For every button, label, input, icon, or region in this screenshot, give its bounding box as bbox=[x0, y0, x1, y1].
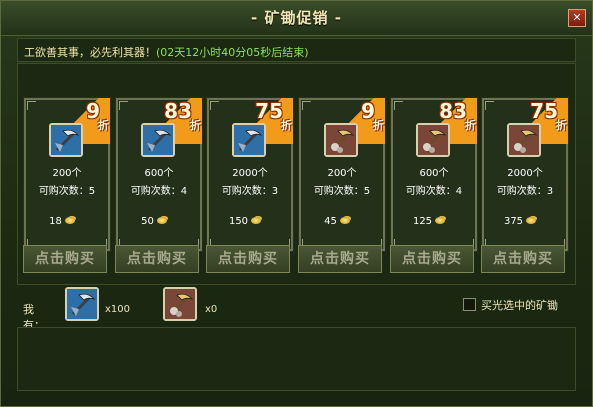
offer-quantity: 200个 bbox=[327, 168, 357, 179]
owned-steel-pickaxe-icon bbox=[65, 287, 99, 321]
steel-pickaxe-icon bbox=[49, 123, 83, 157]
offer-quantity: 2000个 bbox=[507, 168, 543, 179]
gold-coin-icon bbox=[156, 217, 167, 224]
gold-pickaxe-icon bbox=[507, 123, 541, 157]
title-bar: - 矿锄促销 - ✕ bbox=[1, 1, 592, 36]
gold-coin-icon bbox=[339, 217, 350, 224]
offer-card: 9 折 200个 可购次数：5 45 bbox=[298, 97, 386, 252]
price-value: 50 bbox=[141, 216, 154, 227]
steel-pickaxe-icon bbox=[141, 123, 175, 157]
offer-purchase-limit: 可购次数：5 bbox=[313, 186, 371, 197]
discount-value: 75 bbox=[255, 99, 283, 123]
discount-suffix: 折 bbox=[190, 119, 201, 132]
owned-count-steel: x100 bbox=[105, 304, 131, 315]
buy-selected-checkbox[interactable] bbox=[463, 298, 476, 311]
offer-price: 375 bbox=[484, 216, 556, 227]
owned-gold-pickaxe-icon bbox=[163, 287, 197, 321]
gold-coin-icon bbox=[435, 217, 446, 224]
offer-price: 125 bbox=[393, 216, 465, 227]
offer-card: 75 折 2000个可购次数：3 150 bbox=[206, 97, 294, 252]
discount-value: 83 bbox=[164, 99, 192, 123]
offer-quantity: 600个 bbox=[419, 168, 449, 179]
offer-card: 9 折 200个 可购次数：5 18 bbox=[23, 97, 111, 252]
price-value: 125 bbox=[412, 216, 433, 227]
offer-purchase-limit: 可购次数：4 bbox=[130, 186, 188, 197]
offer-card: 83 折 600个可购次数：4 125 bbox=[390, 97, 478, 252]
buy-button[interactable]: 点击购买 bbox=[23, 245, 107, 273]
price-value: 18 bbox=[49, 216, 62, 227]
offer-quantity: 600个 bbox=[144, 168, 174, 179]
discount-suffix: 折 bbox=[556, 119, 567, 132]
gold-coin-icon bbox=[64, 217, 75, 224]
promo-text: 工欲善其事，必先利其器！ bbox=[24, 46, 156, 59]
discount-suffix: 折 bbox=[465, 119, 476, 132]
buy-selected-label: 买光选中的矿锄 bbox=[481, 299, 558, 312]
offer-card: 75 折 2000个可购次数：3 375 bbox=[481, 97, 569, 252]
promo-timer: (02天12小时40分05秒后结束) bbox=[156, 46, 309, 59]
steel-pickaxe-icon bbox=[232, 123, 266, 157]
discount-value: 83 bbox=[439, 99, 467, 123]
gold-pickaxe-icon bbox=[416, 123, 450, 157]
buy-selected-option[interactable]: 买光选中的矿锄 bbox=[463, 298, 571, 312]
offer-purchase-limit: 可购次数：5 bbox=[38, 186, 96, 197]
offer-quantity: 200个 bbox=[52, 168, 82, 179]
offer-price: 150 bbox=[209, 216, 281, 227]
promo-window: - 矿锄促销 - ✕ 工欲善其事，必先利其器！(02天12小时40分05秒后结束… bbox=[0, 0, 593, 407]
promo-banner: 工欲善其事，必先利其器！(02天12小时40分05秒后结束) bbox=[17, 38, 576, 62]
price-value: 150 bbox=[228, 216, 249, 227]
price-value: 45 bbox=[324, 216, 337, 227]
discount-suffix: 折 bbox=[281, 119, 292, 132]
offer-card: 83 折 600个可购次数：4 50 bbox=[115, 97, 203, 252]
window-title: - 矿锄促销 - bbox=[251, 9, 342, 27]
offer-price: 50 bbox=[118, 216, 190, 227]
offer-purchase-limit: 可购次数：3 bbox=[221, 186, 279, 197]
offer-purchase-limit: 可购次数：3 bbox=[496, 186, 554, 197]
offers-panel: 9 折 200个 可购次数：5 18 点击购买 83 折 600个 可购次数：4 50 点击购买 75 折… bbox=[17, 63, 576, 285]
gold-coin-icon bbox=[251, 217, 262, 224]
offer-price: 45 bbox=[301, 216, 373, 227]
gold-pickaxe-icon bbox=[324, 123, 358, 157]
buy-button[interactable]: 点击购买 bbox=[298, 245, 382, 273]
discount-value: 75 bbox=[530, 99, 558, 123]
buy-button[interactable]: 点击购买 bbox=[115, 245, 199, 273]
discount-suffix: 折 bbox=[373, 119, 384, 132]
offer-quantity: 2000个 bbox=[232, 168, 268, 179]
price-value: 375 bbox=[503, 216, 524, 227]
offer-price: 18 bbox=[26, 216, 98, 227]
buy-button[interactable]: 点击购买 bbox=[206, 245, 290, 273]
offer-purchase-limit: 可购次数：4 bbox=[405, 186, 463, 197]
gold-coin-icon bbox=[526, 217, 537, 224]
buy-button[interactable]: 点击购买 bbox=[390, 245, 474, 273]
discount-suffix: 折 bbox=[98, 119, 109, 132]
bottom-panel bbox=[17, 327, 576, 391]
close-button[interactable]: ✕ bbox=[568, 9, 586, 27]
buy-button[interactable]: 点击购买 bbox=[481, 245, 565, 273]
owned-count-gold: x0 bbox=[205, 304, 218, 315]
